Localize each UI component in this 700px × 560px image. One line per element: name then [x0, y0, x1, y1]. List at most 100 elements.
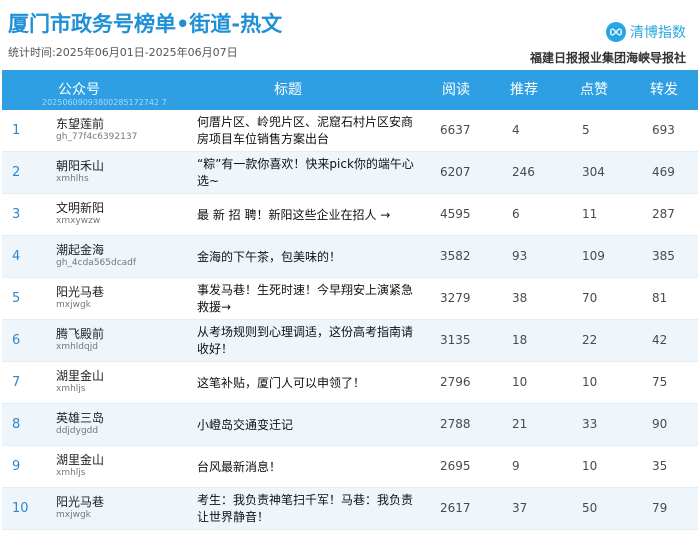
- like-count: 11: [582, 207, 598, 221]
- article-title[interactable]: 从考场规则到心理调适，这份高考指南请收好！: [197, 324, 419, 358]
- account-id: xmhljs: [56, 468, 86, 478]
- article-title[interactable]: 考生：我负责神笔扫千军！马巷：我负责让世界静音！: [197, 492, 419, 526]
- table-row[interactable]: 10 阳光马巷 mxjwgk 考生：我负责神笔扫千军！马巷：我负责让世界静音！ 2617…: [2, 488, 698, 530]
- row-rank: 5: [12, 291, 21, 306]
- forward-count: 287: [652, 207, 675, 221]
- like-count: 10: [582, 459, 598, 473]
- table-row[interactable]: 2 朝阳禾山 xmhlhs “粽”有一款你喜欢！快来pick你的端午心选~ 6207 24…: [2, 152, 698, 194]
- account-name[interactable]: 湖里金山: [56, 451, 104, 468]
- col-recommend: 推荐: [510, 82, 538, 98]
- source-label: 福建日报报业集团海峡导报社: [529, 51, 686, 65]
- forward-count: 81: [652, 291, 668, 305]
- article-title[interactable]: 事发马巷！生死时速！今早翔安上演紧急救援→: [197, 282, 419, 316]
- table-row[interactable]: 3 文明新阳 xmxywzw 最 新 招 聘！新阳这些企业在招人 → 4595 6 11 28…: [2, 194, 698, 236]
- recommend-count: 21: [512, 417, 528, 431]
- account-name[interactable]: 朝阳禾山: [56, 157, 104, 174]
- table-body: 1 东望莲前 gh_77f4c6392137 何厝片区、岭兜片区、泥窟石村片区安商房项…: [2, 110, 698, 530]
- account-name[interactable]: 阳光马巷: [56, 283, 104, 300]
- recommend-count: 4: [512, 123, 520, 137]
- like-count: 33: [582, 417, 598, 431]
- account-id: xmhljs: [56, 384, 86, 394]
- col-title: 标题: [274, 82, 302, 98]
- account-id: xmhlhs: [56, 174, 89, 184]
- table-header: 公众号 标题 阅读 推荐 点赞 转发 202506090938002851727…: [2, 70, 698, 110]
- brand-logo: 清博指数: [606, 22, 686, 42]
- table-row[interactable]: 4 潮起金海 gh_4cda565dcadf 金海的下午茶，包美味的！ 3582 93 10…: [2, 236, 698, 278]
- read-count: 6207: [440, 165, 471, 179]
- account-id: gh_4cda565dcadf: [56, 258, 137, 268]
- read-count: 6637: [440, 123, 471, 137]
- col-read: 阅读: [442, 82, 470, 98]
- row-rank: 1: [12, 123, 21, 138]
- account-name[interactable]: 东望莲前: [56, 115, 104, 132]
- forward-count: 693: [652, 123, 675, 137]
- infinity-icon: [606, 22, 626, 42]
- table-row[interactable]: 6 腾飞殿前 xmhldqjd 从考场规则到心理调适，这份高考指南请收好！ 3135 18…: [2, 320, 698, 362]
- row-rank: 4: [12, 249, 21, 264]
- account-id: gh_77f4c6392137: [56, 132, 138, 142]
- account-name[interactable]: 腾飞殿前: [56, 325, 104, 342]
- forward-count: 42: [652, 333, 668, 347]
- read-count: 2788: [440, 417, 471, 431]
- table-hash: 20250609093800285172742 7: [42, 98, 167, 107]
- recommend-count: 37: [512, 501, 528, 515]
- row-rank: 10: [12, 501, 29, 516]
- account-name[interactable]: 文明新阳: [56, 199, 104, 216]
- recommend-count: 10: [512, 375, 528, 389]
- article-title[interactable]: 这笔补贴，厦门人可以申领了！: [197, 375, 419, 392]
- account-name[interactable]: 潮起金海: [56, 241, 104, 258]
- like-count: 109: [582, 249, 605, 263]
- account-id: mxjwgk: [56, 510, 91, 520]
- account-id: ddjdygdd: [56, 426, 99, 436]
- like-count: 22: [582, 333, 598, 347]
- like-count: 10: [582, 375, 598, 389]
- read-count: 4595: [440, 207, 471, 221]
- article-title[interactable]: “粽”有一款你喜欢！快来pick你的端午心选~: [197, 156, 419, 190]
- recommend-count: 38: [512, 291, 528, 305]
- read-count: 2796: [440, 375, 471, 389]
- row-rank: 6: [12, 333, 21, 348]
- stat-period: 统计时间:2025年06月01日-2025年06月07日: [8, 46, 238, 59]
- article-title[interactable]: 何厝片区、岭兜片区、泥窟石村片区安商房项目车位销售方案出台: [197, 114, 419, 148]
- article-title[interactable]: 金海的下午茶，包美味的！: [197, 249, 419, 266]
- read-count: 3582: [440, 249, 471, 263]
- table-row[interactable]: 5 阳光马巷 mxjwgk 事发马巷！生死时速！今早翔安上演紧急救援→ 3279 38 70…: [2, 278, 698, 320]
- read-count: 3279: [440, 291, 471, 305]
- table-row[interactable]: 1 东望莲前 gh_77f4c6392137 何厝片区、岭兜片区、泥窟石村片区安商房项…: [2, 110, 698, 152]
- like-count: 304: [582, 165, 605, 179]
- recommend-count: 93: [512, 249, 528, 263]
- recommend-count: 9: [512, 459, 520, 473]
- forward-count: 79: [652, 501, 668, 515]
- row-rank: 3: [12, 207, 21, 222]
- forward-count: 75: [652, 375, 668, 389]
- row-rank: 8: [12, 417, 21, 432]
- forward-count: 469: [652, 165, 675, 179]
- article-title[interactable]: 最 新 招 聘！新阳这些企业在招人 →: [197, 207, 419, 224]
- table-row[interactable]: 7 湖里金山 xmhljs 这笔补贴，厦门人可以申领了！ 2796 10 10 75: [2, 362, 698, 404]
- recommend-count: 246: [512, 165, 535, 179]
- read-count: 3135: [440, 333, 471, 347]
- account-id: mxjwgk: [56, 300, 91, 310]
- read-count: 2695: [440, 459, 471, 473]
- account-id: xmxywzw: [56, 216, 101, 226]
- article-title[interactable]: 台风最新消息！: [197, 459, 419, 476]
- account-name[interactable]: 湖里金山: [56, 367, 104, 384]
- page-title: 厦门市政务号榜单•街道-热文: [8, 12, 283, 36]
- brand-name: 清博指数: [630, 25, 686, 41]
- table-row[interactable]: 8 英雄三岛 ddjdygdd 小嶝岛交通变迁记 2788 21 33 90: [2, 404, 698, 446]
- account-name[interactable]: 阳光马巷: [56, 493, 104, 510]
- recommend-count: 18: [512, 333, 528, 347]
- col-forward: 转发: [650, 82, 678, 98]
- page-header: 厦门市政务号榜单•街道-热文 统计时间:2025年06月01日-2025年06月…: [0, 0, 700, 70]
- row-rank: 2: [12, 165, 21, 180]
- forward-count: 385: [652, 249, 675, 263]
- like-count: 50: [582, 501, 598, 515]
- table-row[interactable]: 9 湖里金山 xmhljs 台风最新消息！ 2695 9 10 35: [2, 446, 698, 488]
- account-id: xmhldqjd: [56, 342, 98, 352]
- ranking-table: 公众号 标题 阅读 推荐 点赞 转发 202506090938002851727…: [2, 70, 698, 530]
- like-count: 5: [582, 123, 590, 137]
- like-count: 70: [582, 291, 598, 305]
- account-name[interactable]: 英雄三岛: [56, 409, 104, 426]
- article-title[interactable]: 小嶝岛交通变迁记: [197, 417, 419, 434]
- forward-count: 90: [652, 417, 668, 431]
